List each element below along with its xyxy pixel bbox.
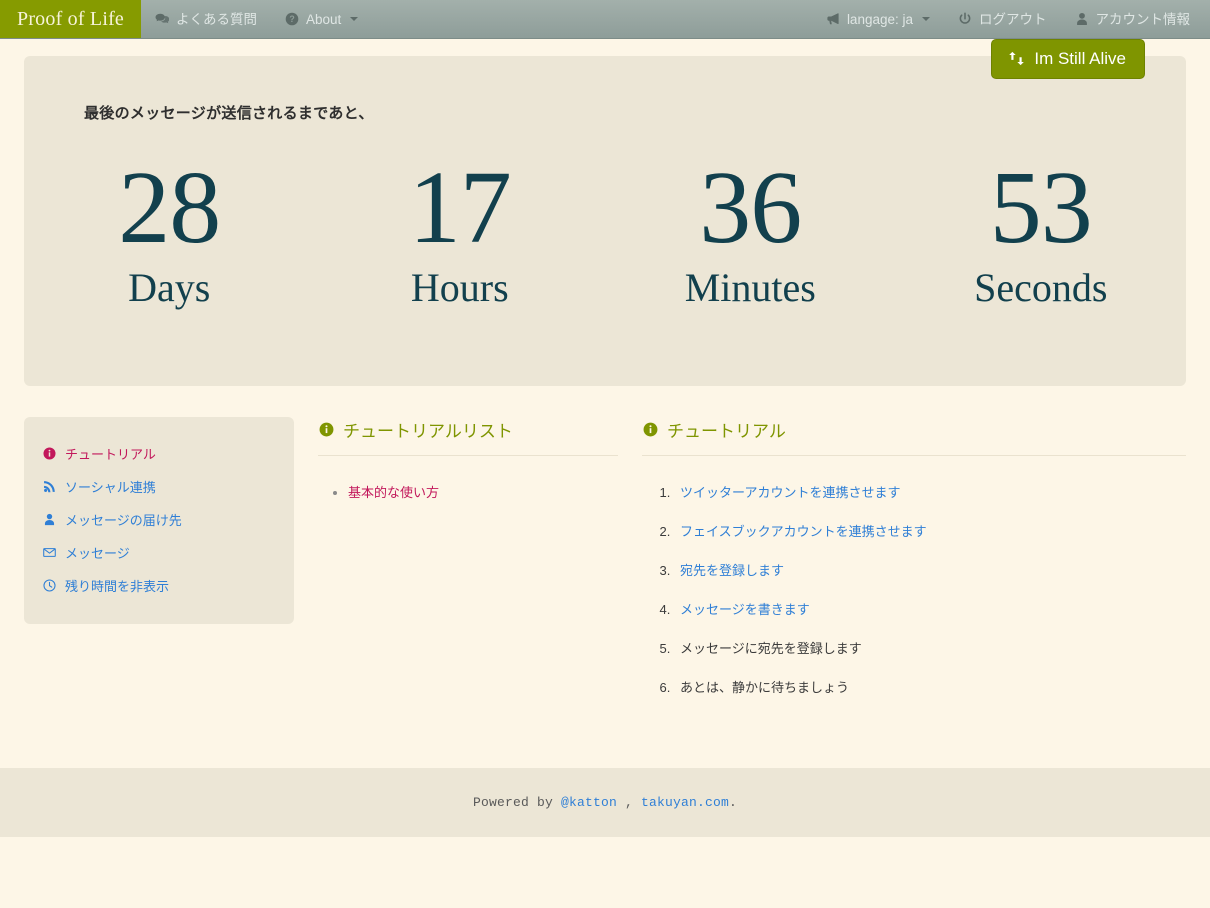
tutorial-step-register-recipient[interactable]: 宛先を登録します bbox=[680, 563, 784, 578]
list-item: あとは、静かに待ちましょう bbox=[674, 677, 1186, 696]
chevron-down-icon bbox=[922, 17, 930, 21]
top-navbar: Proof of Life よくある質問 ? About langage: ja… bbox=[0, 0, 1210, 39]
countdown-panel: Im Still Alive 最後のメッセージが送信されるまであと、 28 Da… bbox=[24, 39, 1186, 386]
counter-minutes-label: Minutes bbox=[684, 265, 816, 310]
sidebar-item-hide-remaining-time[interactable]: 残り時間を非表示 bbox=[24, 569, 294, 602]
rss-icon bbox=[42, 480, 56, 494]
tutorial-heading: チュートリアル bbox=[642, 417, 1186, 456]
nav-item-logout-label: ログアウト bbox=[979, 11, 1047, 27]
info-circle-icon bbox=[42, 447, 56, 461]
counter-hours-value: 17 bbox=[408, 150, 512, 265]
sidebar-item-social-label: ソーシャル連携 bbox=[65, 480, 156, 495]
tutorial-step-write-message[interactable]: メッセージを書きます bbox=[680, 602, 810, 617]
chevron-down-icon bbox=[350, 17, 359, 21]
nav-item-language[interactable]: langage: ja bbox=[812, 0, 944, 38]
nav-item-language-label: langage: ja bbox=[846, 11, 913, 27]
sidebar-item-tutorial[interactable]: チュートリアル bbox=[24, 437, 294, 470]
sidebar-item-messages[interactable]: メッセージ bbox=[24, 536, 294, 569]
footer-prefix: Powered by bbox=[472, 795, 561, 810]
user-icon bbox=[42, 513, 56, 527]
counter-days: 28 Days bbox=[24, 152, 315, 312]
content-columns: チュートリアル ソーシャル連携 メッセージの届け先 メッセージ 残り時間を非表示… bbox=[24, 417, 1186, 716]
list-item: メッセージを書きます bbox=[674, 599, 1186, 618]
user-icon bbox=[1075, 12, 1089, 26]
tutorial-step-facebook[interactable]: フェイスブックアカウントを連携させます bbox=[680, 524, 927, 539]
counter-hours: 17 Hours bbox=[315, 152, 606, 312]
list-item: 宛先を登録します bbox=[674, 560, 1186, 579]
tutorial-step-assign-recipient: メッセージに宛先を登録します bbox=[680, 641, 862, 656]
tutorial-list-heading: チュートリアルリスト bbox=[318, 417, 618, 456]
tutorial-step-twitter[interactable]: ツイッターアカウントを連携させます bbox=[680, 485, 900, 500]
bullhorn-icon bbox=[826, 12, 840, 26]
page-footer: Powered by @katton , takuyan.com. bbox=[0, 768, 1210, 837]
counter-minutes-value: 36 bbox=[699, 150, 802, 265]
navbar-right-group: langage: ja ログアウト アカウント情報 bbox=[812, 0, 1210, 38]
counter-seconds-value: 53 bbox=[989, 150, 1093, 265]
footer-suffix: . bbox=[729, 795, 738, 810]
counter-days-label: Days bbox=[128, 265, 211, 310]
counter-seconds-label: Seconds bbox=[974, 265, 1108, 310]
countdown-title: 最後のメッセージが送信されるまであと、 bbox=[84, 105, 374, 122]
nav-item-about-label: About bbox=[306, 11, 342, 27]
info-circle-icon bbox=[318, 422, 334, 438]
tutorial-list-items: 基本的な使い方 bbox=[318, 482, 618, 501]
footer-credit: Powered by @katton , takuyan.com. bbox=[473, 795, 737, 810]
counter-days-value: 28 bbox=[118, 150, 221, 265]
sidebar-item-tutorial-label: チュートリアル bbox=[65, 447, 156, 462]
footer-link-takuyan[interactable]: takuyan.com bbox=[641, 795, 729, 810]
navbar-left-group: Proof of Life よくある質問 ? About bbox=[0, 0, 372, 38]
sidebar-item-recipients[interactable]: メッセージの届け先 bbox=[24, 503, 294, 536]
list-item: ツイッターアカウントを連携させます bbox=[674, 482, 1186, 501]
sidebar-item-recipients-label: メッセージの届け先 bbox=[65, 513, 182, 528]
countdown-row: 28 Days 17 Hours 36 Minutes 53 Seconds bbox=[24, 152, 1186, 312]
info-circle-icon bbox=[642, 422, 658, 438]
nav-item-account-label: アカウント情報 bbox=[1095, 11, 1191, 27]
tutorial-list-link-basic-usage[interactable]: 基本的な使い方 bbox=[348, 485, 439, 500]
envelope-icon bbox=[42, 546, 56, 560]
power-off-icon bbox=[958, 12, 972, 26]
nav-item-account[interactable]: アカウント情報 bbox=[1061, 0, 1205, 38]
sidebar-column: チュートリアル ソーシャル連携 メッセージの届け先 メッセージ 残り時間を非表示 bbox=[24, 417, 294, 716]
brand-logo[interactable]: Proof of Life bbox=[0, 0, 142, 38]
nav-item-faq[interactable]: よくある質問 bbox=[141, 0, 271, 38]
clock-icon bbox=[42, 579, 56, 593]
tutorial-list-column: チュートリアルリスト 基本的な使い方 bbox=[318, 417, 618, 716]
list-item: 基本的な使い方 bbox=[348, 482, 618, 501]
tutorial-steps: ツイッターアカウントを連携させます フェイスブックアカウントを連携させます 宛先… bbox=[642, 482, 1186, 696]
nav-item-logout[interactable]: ログアウト bbox=[944, 0, 1061, 38]
list-item: フェイスブックアカウントを連携させます bbox=[674, 521, 1186, 540]
tutorial-list-heading-label: チュートリアルリスト bbox=[343, 422, 513, 441]
counter-hours-label: Hours bbox=[410, 265, 509, 310]
tutorial-step-wait: あとは、静かに待ちましょう bbox=[680, 680, 850, 695]
counter-seconds: 53 Seconds bbox=[896, 152, 1187, 312]
list-item: メッセージに宛先を登録します bbox=[674, 638, 1186, 657]
nav-item-about[interactable]: ? About bbox=[271, 0, 372, 38]
sidebar-panel: チュートリアル ソーシャル連携 メッセージの届け先 メッセージ 残り時間を非表示 bbox=[24, 417, 294, 624]
nav-item-faq-label: よくある質問 bbox=[176, 11, 258, 27]
footer-link-katton[interactable]: @katton bbox=[561, 795, 617, 810]
sidebar-item-social[interactable]: ソーシャル連携 bbox=[24, 470, 294, 503]
tutorial-column: チュートリアル ツイッターアカウントを連携させます フェイスブックアカウントを連… bbox=[642, 417, 1186, 716]
sidebar-item-hide-remaining-time-label: 残り時間を非表示 bbox=[65, 579, 170, 594]
im-still-alive-label: Im Still Alive bbox=[1034, 49, 1126, 68]
tutorial-heading-label: チュートリアル bbox=[667, 422, 786, 441]
comment-icon bbox=[155, 12, 170, 26]
sidebar-item-messages-label: メッセージ bbox=[65, 546, 130, 561]
counter-minutes: 36 Minutes bbox=[605, 152, 896, 312]
footer-separator: , bbox=[616, 795, 641, 810]
question-circle-icon: ? bbox=[285, 12, 299, 26]
svg-text:?: ? bbox=[289, 14, 294, 24]
im-still-alive-button[interactable]: Im Still Alive bbox=[991, 39, 1145, 79]
page-root: Proof of Life よくある質問 ? About langage: ja… bbox=[0, 0, 1210, 908]
retweet-icon bbox=[1008, 51, 1025, 66]
